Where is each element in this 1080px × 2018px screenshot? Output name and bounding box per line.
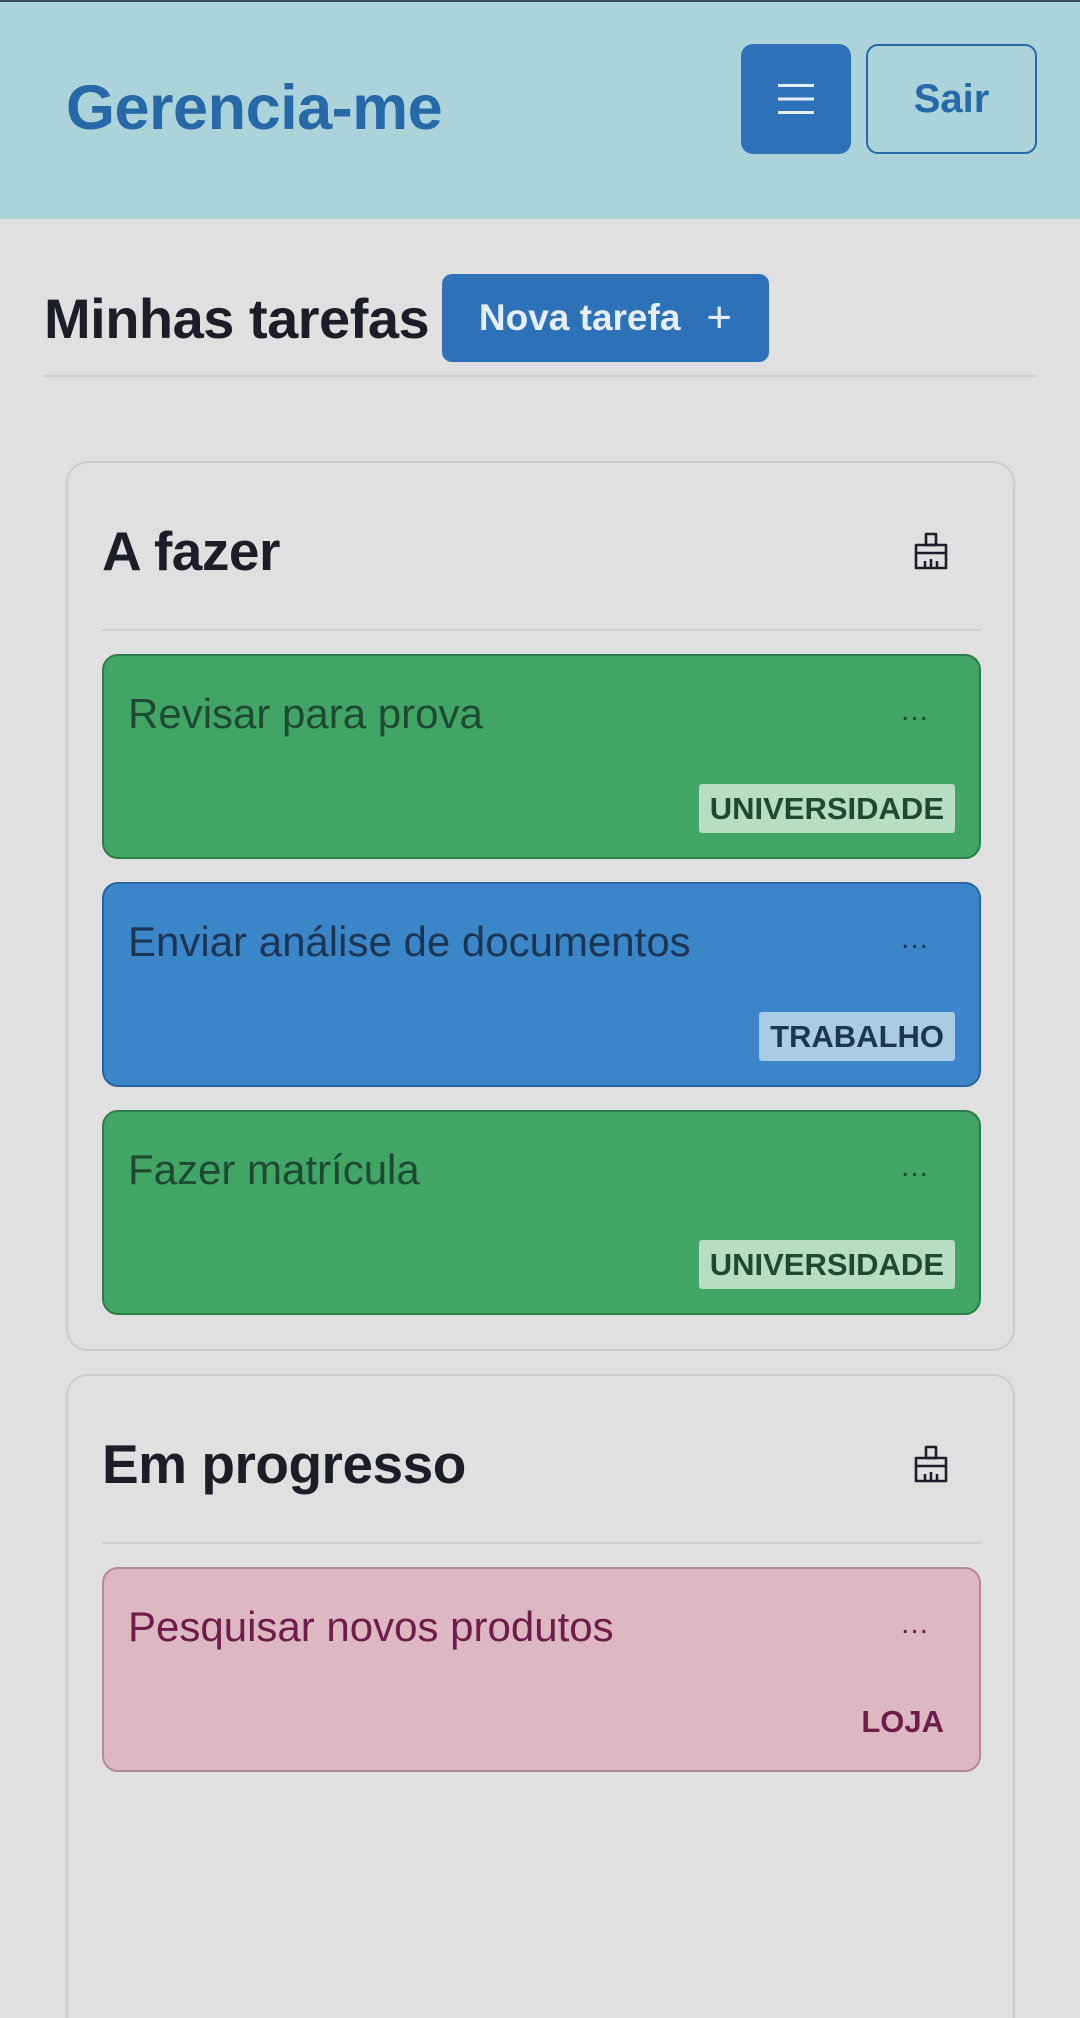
task-tag: LOJA — [861, 1703, 944, 1739]
new-task-button[interactable]: Nova tarefa + — [442, 274, 769, 362]
navbar: Gerencia-me Sair — [0, 2, 1080, 219]
task-title: Pesquisar novos produtos — [128, 1603, 614, 1650]
page-header: Minhas tarefas Nova tarefa + — [44, 272, 1037, 377]
broom-icon[interactable] — [911, 1444, 951, 1484]
task-card[interactable]: Fazer matrícula ... UNIVERSIDADE — [102, 1110, 981, 1315]
task-options-button[interactable]: ... — [901, 922, 929, 956]
hamburger-icon — [778, 84, 814, 114]
task-card[interactable]: Revisar para prova ... UNIVERSIDADE — [102, 654, 981, 859]
plus-icon: + — [706, 293, 733, 342]
task-card[interactable]: Enviar análise de documentos ... TRABALH… — [102, 882, 981, 1087]
task-title: Fazer matrícula — [128, 1146, 420, 1193]
column-title: A fazer — [102, 520, 280, 582]
brand-logo[interactable]: Gerencia-me — [66, 72, 443, 144]
task-title: Revisar para prova — [128, 690, 483, 737]
column-title: Em progresso — [102, 1433, 466, 1495]
task-tag: UNIVERSIDADE — [698, 1240, 955, 1289]
task-title: Enviar análise de documentos — [128, 918, 691, 965]
task-tag: UNIVERSIDADE — [698, 784, 955, 833]
column-todo: A fazer Revisar para prova ... UNIVERSID… — [66, 461, 1015, 1351]
column-header: A fazer — [102, 463, 981, 631]
task-tag: TRABALHO — [759, 1012, 955, 1061]
new-task-label: Nova tarefa — [478, 297, 681, 338]
menu-toggle-button[interactable] — [741, 44, 851, 154]
task-card[interactable]: Pesquisar novos produtos ... LOJA — [102, 1567, 981, 1772]
broom-icon[interactable] — [911, 531, 951, 571]
logout-button[interactable]: Sair — [866, 44, 1037, 154]
task-options-button[interactable]: ... — [901, 1150, 929, 1184]
task-options-button[interactable]: ... — [901, 1607, 929, 1641]
column-in-progress: Em progresso Pesquisar novos produtos ..… — [66, 1374, 1015, 2018]
page-title: Minhas tarefas — [44, 287, 430, 350]
column-header: Em progresso — [102, 1376, 981, 1544]
task-options-button[interactable]: ... — [901, 694, 929, 728]
